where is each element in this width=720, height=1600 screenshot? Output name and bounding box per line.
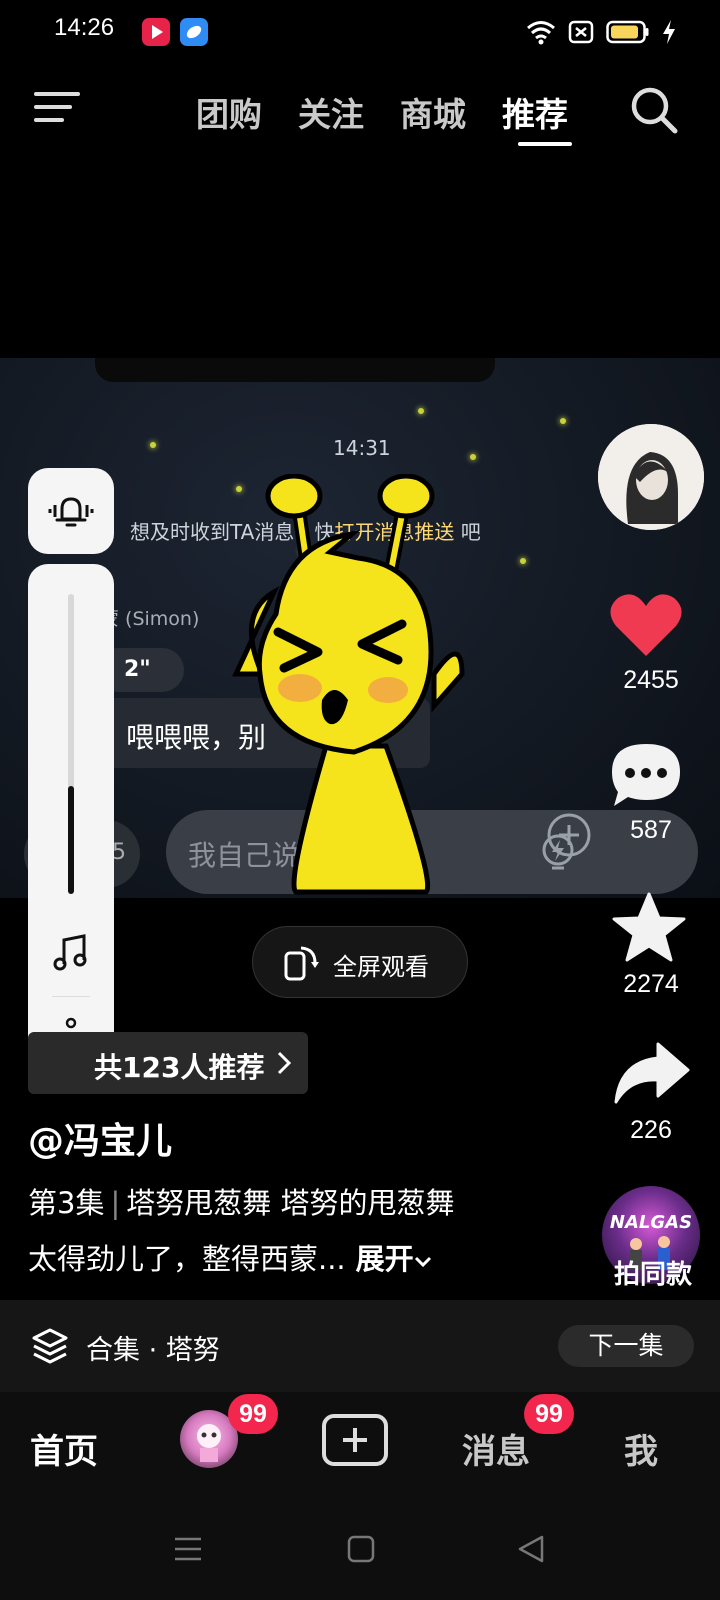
friends-badge: 99 [228, 1394, 278, 1434]
plus-icon [343, 1428, 367, 1452]
layers-icon [32, 1328, 68, 1364]
volume-divider [52, 996, 90, 997]
wifi-icon [527, 21, 555, 45]
create-button[interactable] [322, 1414, 388, 1466]
collection-label: 合集 · 塔努 [86, 1335, 220, 1366]
messages-badge: 99 [524, 1394, 574, 1434]
voice-duration: 2" [124, 657, 151, 682]
back-icon[interactable] [516, 1534, 546, 1564]
author-name[interactable]: @冯宝儿 [28, 1112, 172, 1164]
charging-icon [663, 20, 675, 44]
firefly [520, 558, 526, 564]
tab-me[interactable]: 我 [624, 1424, 658, 1473]
next-episode-button[interactable]: 下一集 [558, 1325, 694, 1367]
avatar-illustration [598, 424, 704, 530]
favorite-star-icon[interactable] [612, 892, 686, 964]
system-navigation-bar [0, 1504, 720, 1600]
share-icon[interactable] [612, 1040, 692, 1106]
episode-label[interactable]: 第3集 [28, 1186, 104, 1220]
ringer-mode-button[interactable] [28, 468, 114, 554]
like-icon[interactable] [608, 590, 684, 660]
video-top-edge [95, 358, 495, 382]
like-count: 2455 [623, 666, 679, 694]
video-description-line2: 太得劲儿了，整得西蒙... 展开 [28, 1236, 432, 1278]
status-bar: 14:26 [0, 0, 720, 64]
chat-timestamp: 14:31 [333, 436, 391, 460]
status-time: 14:26 [54, 14, 115, 41]
fullscreen-label: 全屏观看 [333, 953, 429, 981]
fullscreen-button[interactable]: 全屏观看 [252, 926, 468, 998]
yellow-mascot-sticker [232, 474, 465, 895]
recommend-chip[interactable]: 共123人推荐 [28, 1032, 308, 1094]
tab-mall[interactable]: 商城 [400, 88, 466, 136]
comment-icon[interactable] [610, 740, 682, 810]
chevron-down-icon [414, 1256, 431, 1268]
menu-icon[interactable] [34, 88, 80, 128]
tab-following[interactable]: 关注 [298, 88, 364, 136]
battery-icon [606, 20, 649, 44]
volume-panel [28, 564, 114, 1084]
video-description-line1: 第3集 | 塔努甩葱舞 塔努的甩葱舞 [28, 1186, 455, 1220]
rotate-screen-icon [284, 946, 319, 981]
tab-home[interactable]: 首页 [30, 1424, 98, 1473]
firefly [470, 454, 476, 460]
share-count: 226 [630, 1116, 672, 1144]
comment-count: 587 [630, 816, 672, 844]
tab-recommend[interactable]: 推荐 [502, 88, 568, 136]
tab-group-buy[interactable]: 团购 [196, 88, 262, 136]
same-style-label[interactable]: 拍同款 [598, 1254, 708, 1291]
recommend-count: 共123人推荐 [94, 1051, 265, 1084]
browser-app-icon [180, 18, 208, 46]
chevron-right-icon [277, 1051, 292, 1075]
tab-messages[interactable]: 消息 [462, 1424, 530, 1473]
firefly [560, 418, 566, 424]
firefly [150, 442, 156, 448]
author-avatar[interactable] [598, 424, 704, 530]
bell-icon [48, 497, 94, 527]
recents-icon[interactable] [172, 1534, 204, 1564]
sim-off-icon [568, 20, 594, 44]
firefly [418, 408, 424, 414]
active-tab-indicator [518, 142, 572, 146]
status-icons [526, 16, 676, 48]
volume-level[interactable] [68, 786, 74, 894]
favorite-count: 2274 [623, 970, 679, 998]
chat-sender-name: 蒙 (Simon) [100, 608, 200, 630]
home-icon[interactable] [346, 1534, 376, 1564]
music-note-icon[interactable] [50, 932, 92, 974]
search-icon[interactable] [628, 84, 680, 136]
add-circle-icon [547, 813, 591, 857]
video-app-icon [142, 18, 170, 46]
expand-button[interactable]: 展开 [356, 1242, 414, 1276]
